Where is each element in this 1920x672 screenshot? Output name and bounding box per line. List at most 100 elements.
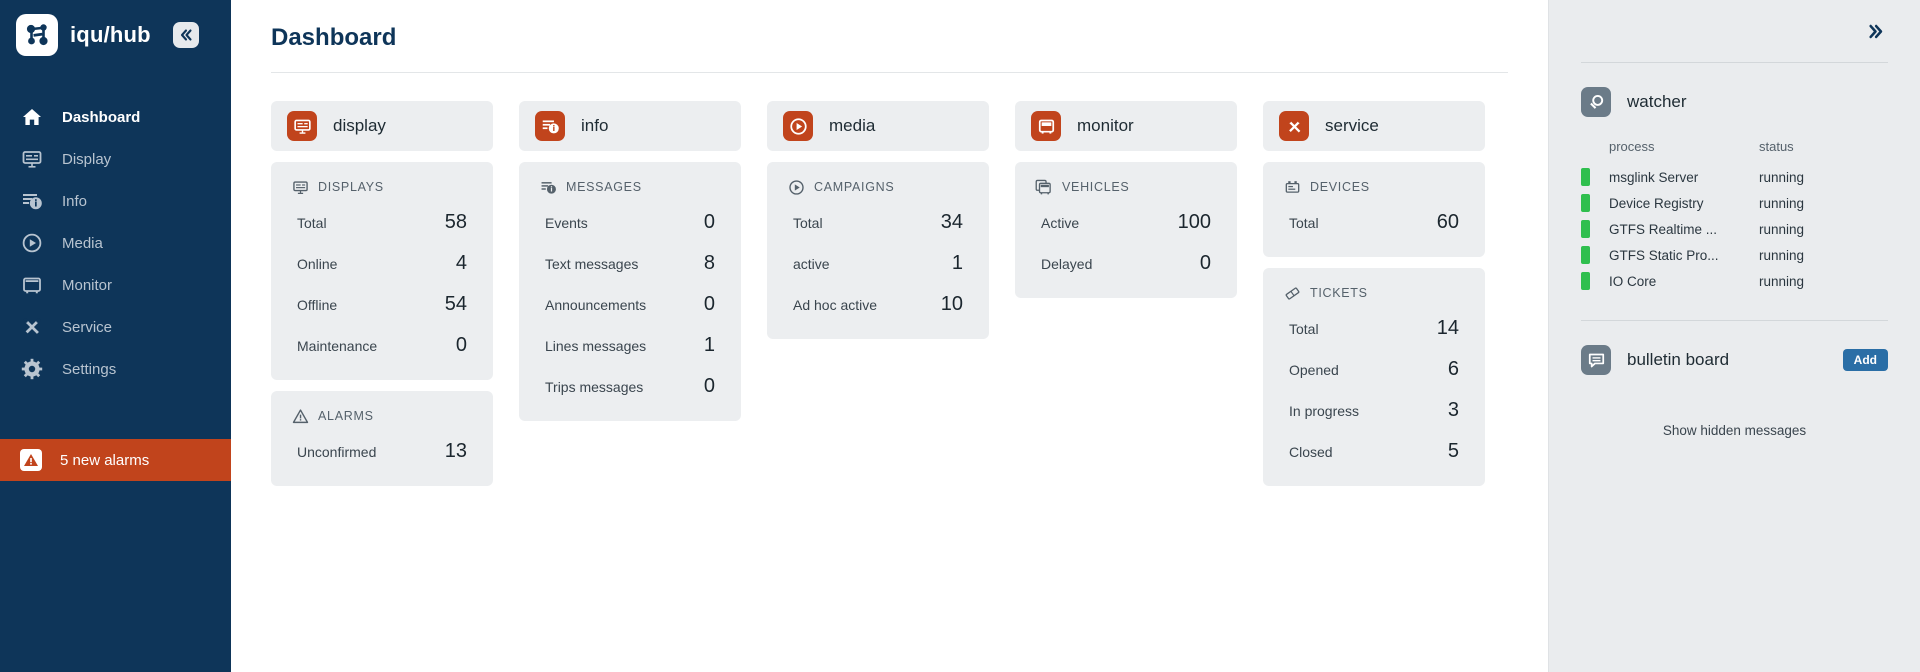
- sidebar-item-settings[interactable]: Settings: [0, 348, 231, 390]
- stat-value: 5: [1447, 440, 1459, 462]
- process-name: GTFS Realtime ...: [1609, 221, 1718, 237]
- panel-devices: DEVICES Total 60: [1263, 162, 1485, 257]
- table-row[interactable]: GTFS Realtime ... running: [1581, 216, 1888, 242]
- stat-value: 34: [940, 211, 963, 233]
- process-status: running: [1759, 195, 1805, 211]
- sidebar-item-label: Info: [62, 192, 88, 210]
- process-status: running: [1759, 221, 1805, 237]
- expand-panel-button[interactable]: [1862, 18, 1888, 44]
- stat-row: Delayed 0: [1035, 243, 1217, 284]
- app-card-monitor[interactable]: monitor: [1015, 101, 1237, 151]
- panel-title: TICKETS: [1310, 286, 1368, 300]
- table-row[interactable]: IO Core running: [1581, 268, 1888, 294]
- play-circle-icon: [783, 111, 813, 141]
- stat-label: Closed: [1289, 444, 1333, 460]
- stat-label: Lines messages: [545, 338, 647, 354]
- status-dot-icon: [1581, 220, 1590, 238]
- chat-bubble-icon: [1581, 345, 1611, 375]
- stat-value: 13: [444, 440, 467, 462]
- status-dot-icon: [1581, 168, 1590, 186]
- display-board-icon: [291, 178, 309, 196]
- app-card-info[interactable]: info: [519, 101, 741, 151]
- play-circle-icon: [20, 231, 44, 255]
- panel-header: CAMPAIGNS: [787, 178, 969, 196]
- info-list-icon: [539, 178, 557, 196]
- stat-label: Trips messages: [545, 379, 644, 395]
- collapse-sidebar-button[interactable]: [172, 22, 199, 48]
- sidebar-alarm-label: 5 new alarms: [60, 451, 150, 469]
- panel-header: MESSAGES: [539, 178, 721, 196]
- stat-label: Active: [1041, 215, 1080, 231]
- bus-front-icon: [20, 273, 44, 297]
- status-dot-icon: [1581, 246, 1590, 264]
- column-media: media CAMPAIGNS Total 34 active 1 Ad hoc…: [767, 101, 989, 339]
- status-dot-icon: [1581, 272, 1590, 290]
- show-hidden-messages-link[interactable]: Show hidden messages: [1581, 389, 1888, 438]
- stat-label: Text messages: [545, 256, 639, 272]
- panel-messages: MESSAGES Events 0 Text messages 8 Announ…: [519, 162, 741, 421]
- stat-row: In progress 3: [1283, 390, 1465, 431]
- stat-value: 0: [703, 293, 715, 315]
- column-info: info MESSAGES Events 0 Text messages 8 A…: [519, 101, 741, 421]
- stat-row: Ad hoc active 10: [787, 284, 969, 325]
- app-card-service[interactable]: service: [1263, 101, 1485, 151]
- sidebar-item-label: Display: [62, 150, 112, 168]
- stat-value: 60: [1436, 211, 1459, 233]
- gear-icon: [20, 357, 44, 381]
- display-board-icon: [20, 147, 44, 171]
- tools-icon: [20, 315, 44, 339]
- app-card-media[interactable]: media: [767, 101, 989, 151]
- sidebar-item-display[interactable]: Display: [0, 138, 231, 180]
- status-indicator: [1581, 268, 1609, 294]
- panel-title: VEHICLES: [1062, 180, 1130, 194]
- chevron-double-right-icon: [1868, 24, 1882, 38]
- stat-value: 10: [940, 293, 963, 315]
- panel-title: DEVICES: [1310, 180, 1370, 194]
- stat-row: Online 4: [291, 243, 473, 284]
- stat-row: Trips messages 0: [539, 366, 721, 407]
- panel-header: DEVICES: [1283, 178, 1465, 196]
- status-dot-column-header: [1581, 135, 1609, 164]
- ticket-icon: [1283, 284, 1301, 302]
- stat-value: 0: [703, 211, 715, 233]
- app-card-display[interactable]: display: [271, 101, 493, 151]
- stat-row: Maintenance 0: [291, 325, 473, 366]
- sidebar-item-service[interactable]: Service: [0, 306, 231, 348]
- stat-label: Total: [1289, 321, 1319, 337]
- sidebar-alarm-banner[interactable]: 5 new alarms: [0, 439, 231, 481]
- sidebar-item-media[interactable]: Media: [0, 222, 231, 264]
- column-service: service DEVICES Total 60 TICKETS Total 1…: [1263, 101, 1485, 486]
- stat-row: Announcements 0: [539, 284, 721, 325]
- sidebar-item-monitor[interactable]: Monitor: [0, 264, 231, 306]
- stat-row: Closed 5: [1283, 431, 1465, 472]
- table-row[interactable]: GTFS Static Pro... running: [1581, 242, 1888, 268]
- magnifier-icon: [1581, 87, 1611, 117]
- status-dot-icon: [1581, 194, 1590, 212]
- stat-value: 4: [455, 252, 467, 274]
- sidebar-item-info[interactable]: Info: [0, 180, 231, 222]
- process-name: IO Core: [1609, 273, 1657, 289]
- status-indicator: [1581, 242, 1609, 268]
- add-bulletin-button[interactable]: Add: [1842, 349, 1888, 371]
- status-indicator: [1581, 216, 1609, 242]
- stat-label: Delayed: [1041, 256, 1093, 272]
- stat-row: Total 14: [1283, 308, 1465, 349]
- process-column-header: process: [1609, 139, 1655, 154]
- brand: iqu/hub: [0, 0, 231, 70]
- brand-name: iqu/hub: [70, 22, 151, 47]
- stat-label: Total: [793, 215, 823, 231]
- stat-label: Events: [545, 215, 588, 231]
- stat-row: Active 100: [1035, 202, 1217, 243]
- stat-label: Unconfirmed: [297, 444, 377, 460]
- table-row[interactable]: msglink Server running: [1581, 164, 1888, 190]
- panel-tickets: TICKETS Total 14 Opened 6 In progress 3: [1263, 268, 1485, 486]
- process-status: running: [1759, 169, 1805, 185]
- bulletin-board-header: bulletin board Add: [1581, 321, 1888, 389]
- sidebar: iqu/hub Dashboard Display Info Media Mon…: [0, 0, 231, 672]
- watcher-process-table: process status msglink Server running De…: [1581, 135, 1888, 294]
- info-list-icon: [20, 189, 44, 213]
- stat-value: 100: [1177, 211, 1211, 233]
- stat-value: 58: [444, 211, 467, 233]
- table-row[interactable]: Device Registry running: [1581, 190, 1888, 216]
- sidebar-item-dashboard[interactable]: Dashboard: [0, 96, 231, 138]
